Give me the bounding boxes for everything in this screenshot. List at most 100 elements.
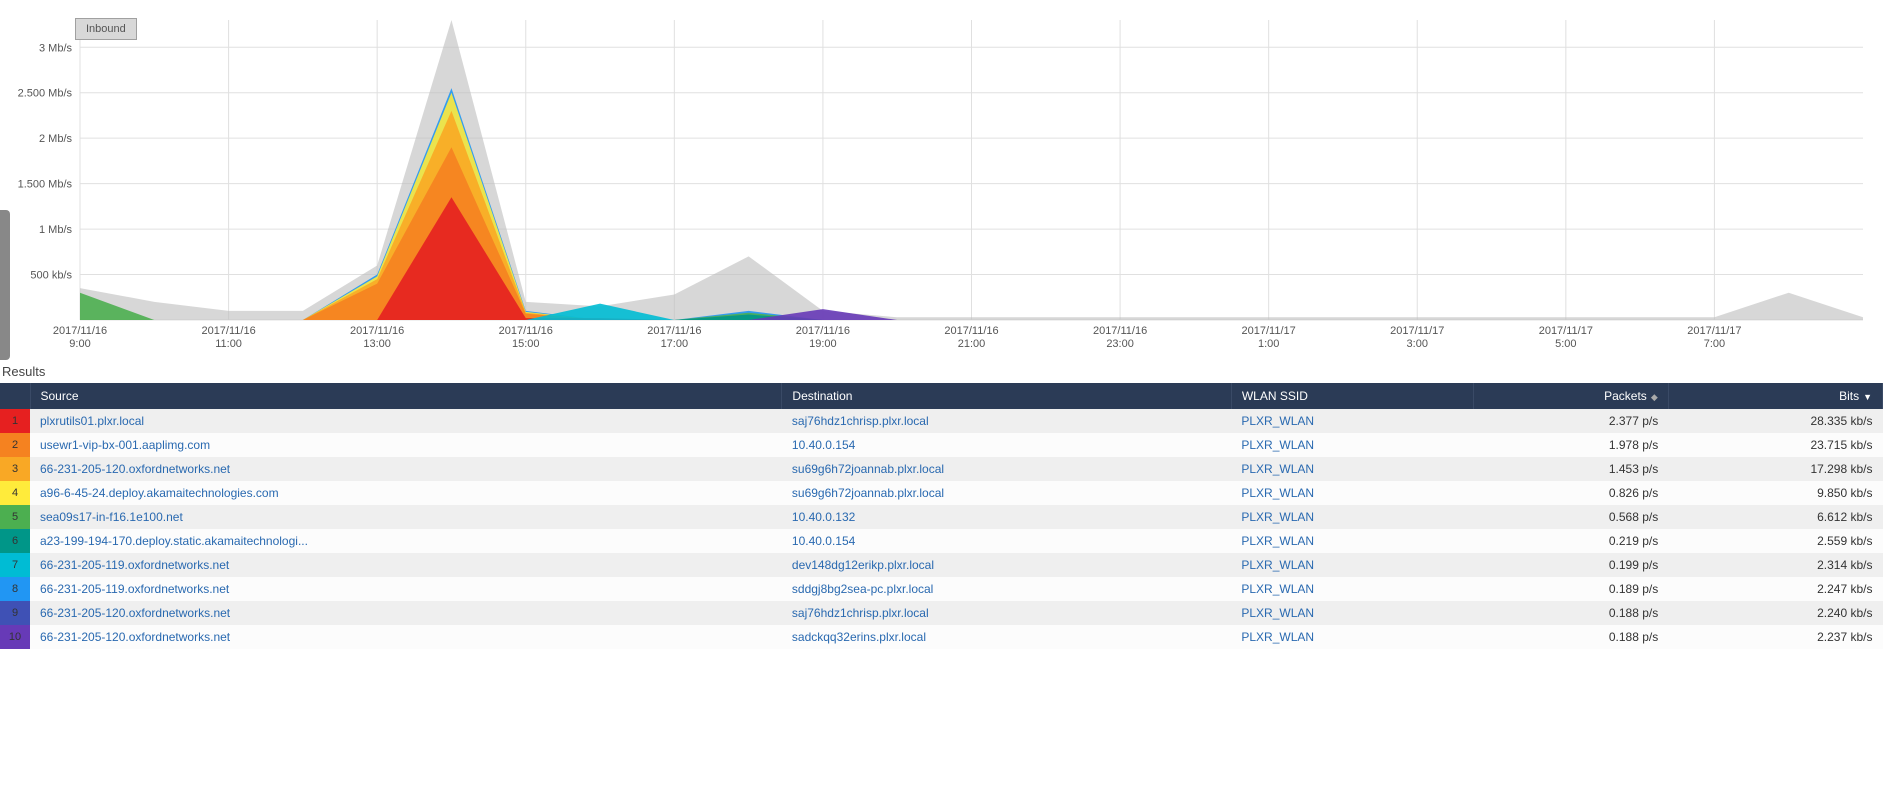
source-cell[interactable]: sea09s17-in-f16.1e100.net	[30, 505, 782, 529]
svg-text:2017/11/17: 2017/11/17	[1687, 325, 1741, 337]
rank-cell: 5	[0, 505, 30, 529]
table-row: 2usewr1-vip-bx-001.aaplimg.com10.40.0.15…	[0, 433, 1883, 457]
svg-text:2017/11/16: 2017/11/16	[944, 325, 998, 337]
packets-cell: 0.189 p/s	[1473, 577, 1668, 601]
rank-cell: 2	[0, 433, 30, 457]
packets-cell: 0.219 p/s	[1473, 529, 1668, 553]
source-cell[interactable]: 66-231-205-120.oxfordnetworks.net	[30, 601, 782, 625]
wlan-cell[interactable]: PLXR_WLAN	[1231, 625, 1473, 649]
traffic-chart: Inbound 3 Mb/s2.500 Mb/s2 Mb/s1.500 Mb/s…	[0, 0, 1883, 360]
bits-cell: 6.612 kb/s	[1668, 505, 1882, 529]
side-expand-tab[interactable]	[0, 210, 10, 360]
packets-cell: 0.568 p/s	[1473, 505, 1668, 529]
wlan-cell[interactable]: PLXR_WLAN	[1231, 529, 1473, 553]
header-wlan[interactable]: WLAN SSID	[1231, 383, 1473, 409]
bits-cell: 2.240 kb/s	[1668, 601, 1882, 625]
header-destination[interactable]: Destination	[782, 383, 1231, 409]
source-cell[interactable]: 66-231-205-119.oxfordnetworks.net	[30, 577, 782, 601]
rank-cell: 3	[0, 457, 30, 481]
destination-cell[interactable]: 10.40.0.154	[782, 529, 1231, 553]
wlan-cell[interactable]: PLXR_WLAN	[1231, 481, 1473, 505]
wlan-cell[interactable]: PLXR_WLAN	[1231, 553, 1473, 577]
rank-cell: 4	[0, 481, 30, 505]
sort-icon: ◆	[1651, 392, 1658, 403]
destination-cell[interactable]: saj76hdz1chrisp.plxr.local	[782, 409, 1231, 433]
svg-text:5:00: 5:00	[1555, 338, 1576, 350]
wlan-cell[interactable]: PLXR_WLAN	[1231, 505, 1473, 529]
bits-cell: 9.850 kb/s	[1668, 481, 1882, 505]
table-header-row: Source Destination WLAN SSID Packets◆ Bi…	[0, 383, 1883, 409]
packets-cell: 1.978 p/s	[1473, 433, 1668, 457]
svg-text:2017/11/17: 2017/11/17	[1539, 325, 1593, 337]
table-row: 5sea09s17-in-f16.1e100.net10.40.0.132PLX…	[0, 505, 1883, 529]
source-cell[interactable]: 66-231-205-120.oxfordnetworks.net	[30, 457, 782, 481]
header-rank[interactable]	[0, 383, 30, 409]
svg-text:2017/11/16: 2017/11/16	[350, 325, 404, 337]
results-table: Source Destination WLAN SSID Packets◆ Bi…	[0, 383, 1883, 649]
wlan-cell[interactable]: PLXR_WLAN	[1231, 457, 1473, 481]
destination-cell[interactable]: sddgj8bg2sea-pc.plxr.local	[782, 577, 1231, 601]
rank-cell: 7	[0, 553, 30, 577]
bits-cell: 2.237 kb/s	[1668, 625, 1882, 649]
wlan-cell[interactable]: PLXR_WLAN	[1231, 577, 1473, 601]
svg-text:11:00: 11:00	[215, 338, 242, 350]
source-cell[interactable]: a96-6-45-24.deploy.akamaitechnologies.co…	[30, 481, 782, 505]
results-heading: Results	[0, 360, 1883, 383]
table-row: 6a23-199-194-170.deploy.static.akamaitec…	[0, 529, 1883, 553]
wlan-cell[interactable]: PLXR_WLAN	[1231, 433, 1473, 457]
svg-text:19:00: 19:00	[809, 338, 837, 350]
source-cell[interactable]: 66-231-205-119.oxfordnetworks.net	[30, 553, 782, 577]
destination-cell[interactable]: 10.40.0.154	[782, 433, 1231, 457]
source-cell[interactable]: plxrutils01.plxr.local	[30, 409, 782, 433]
rank-cell: 8	[0, 577, 30, 601]
svg-text:7:00: 7:00	[1704, 338, 1725, 350]
svg-text:500 kb/s: 500 kb/s	[30, 270, 72, 282]
svg-text:17:00: 17:00	[661, 338, 689, 350]
bits-cell: 2.247 kb/s	[1668, 577, 1882, 601]
svg-text:1 Mb/s: 1 Mb/s	[39, 224, 73, 236]
rank-cell: 9	[0, 601, 30, 625]
svg-text:2017/11/16: 2017/11/16	[499, 325, 553, 337]
svg-text:2017/11/16: 2017/11/16	[201, 325, 255, 337]
table-row: 866-231-205-119.oxfordnetworks.netsddgj8…	[0, 577, 1883, 601]
bits-cell: 2.314 kb/s	[1668, 553, 1882, 577]
source-cell[interactable]: 66-231-205-120.oxfordnetworks.net	[30, 625, 782, 649]
svg-text:3:00: 3:00	[1407, 338, 1428, 350]
rank-cell: 6	[0, 529, 30, 553]
rank-cell: 10	[0, 625, 30, 649]
wlan-cell[interactable]: PLXR_WLAN	[1231, 601, 1473, 625]
header-source[interactable]: Source	[30, 383, 782, 409]
svg-text:15:00: 15:00	[512, 338, 540, 350]
source-cell[interactable]: a23-199-194-170.deploy.static.akamaitech…	[30, 529, 782, 553]
destination-cell[interactable]: su69g6h72joannab.plxr.local	[782, 457, 1231, 481]
svg-text:2017/11/16: 2017/11/16	[53, 325, 107, 337]
svg-text:2017/11/17: 2017/11/17	[1242, 325, 1296, 337]
svg-text:1.500 Mb/s: 1.500 Mb/s	[18, 179, 73, 191]
rank-cell: 1	[0, 409, 30, 433]
destination-cell[interactable]: 10.40.0.132	[782, 505, 1231, 529]
area-chart-svg[interactable]: 3 Mb/s2.500 Mb/s2 Mb/s1.500 Mb/s1 Mb/s50…	[0, 10, 1883, 360]
legend-toggle-inbound[interactable]: Inbound	[75, 18, 137, 40]
wlan-cell[interactable]: PLXR_WLAN	[1231, 409, 1473, 433]
svg-text:13:00: 13:00	[363, 338, 391, 350]
packets-cell: 0.826 p/s	[1473, 481, 1668, 505]
bits-cell: 23.715 kb/s	[1668, 433, 1882, 457]
svg-text:2 Mb/s: 2 Mb/s	[39, 133, 73, 145]
destination-cell[interactable]: sadckqq32erins.plxr.local	[782, 625, 1231, 649]
table-row: 766-231-205-119.oxfordnetworks.netdev148…	[0, 553, 1883, 577]
packets-cell: 0.188 p/s	[1473, 625, 1668, 649]
svg-text:2017/11/17: 2017/11/17	[1390, 325, 1444, 337]
svg-text:2017/11/16: 2017/11/16	[647, 325, 701, 337]
source-cell[interactable]: usewr1-vip-bx-001.aaplimg.com	[30, 433, 782, 457]
table-row: 366-231-205-120.oxfordnetworks.netsu69g6…	[0, 457, 1883, 481]
header-packets[interactable]: Packets◆	[1473, 383, 1668, 409]
sort-desc-icon: ▼	[1863, 392, 1872, 402]
packets-cell: 0.199 p/s	[1473, 553, 1668, 577]
destination-cell[interactable]: saj76hdz1chrisp.plxr.local	[782, 601, 1231, 625]
header-bits[interactable]: Bits▼	[1668, 383, 1882, 409]
destination-cell[interactable]: dev148dg12erikp.plxr.local	[782, 553, 1231, 577]
svg-text:3 Mb/s: 3 Mb/s	[39, 42, 73, 54]
destination-cell[interactable]: su69g6h72joannab.plxr.local	[782, 481, 1231, 505]
packets-cell: 2.377 p/s	[1473, 409, 1668, 433]
table-row: 1066-231-205-120.oxfordnetworks.netsadck…	[0, 625, 1883, 649]
